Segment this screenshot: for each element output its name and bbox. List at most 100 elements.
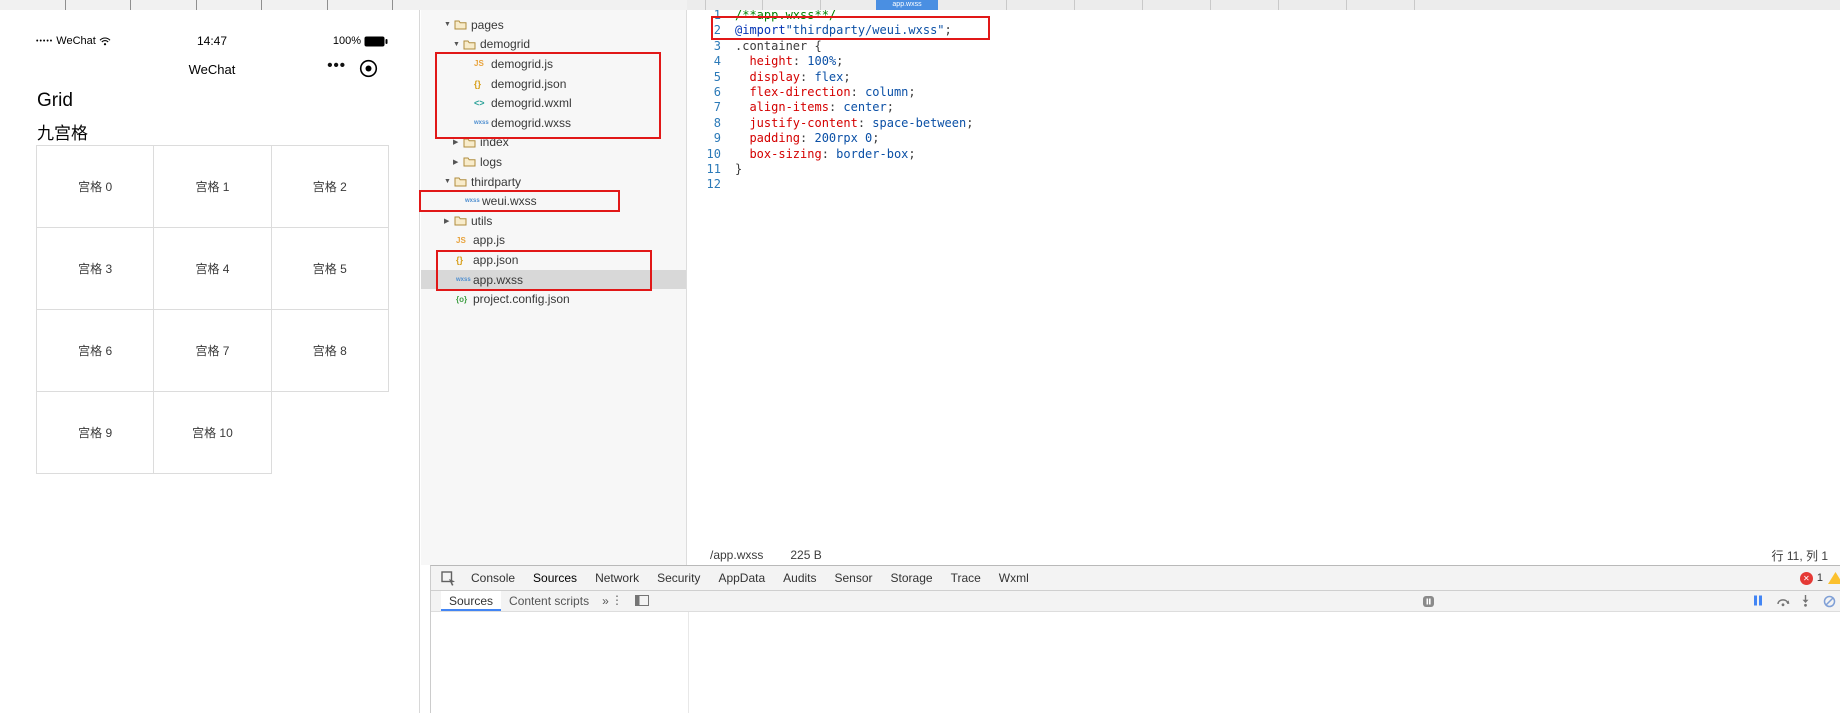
line-number[interactable]: 9	[687, 131, 721, 146]
code-line-12: 12	[687, 177, 973, 192]
sources-subtabs: Sources Content scripts	[441, 591, 597, 611]
code-area[interactable]: 1 /**app.wxss**/ 2 @import"thirdparty/weui.…	[687, 10, 974, 193]
more-menu-icon[interactable]: •••	[327, 57, 346, 74]
tree-item-demogrid-js[interactable]: JS demogrid.js	[421, 54, 686, 74]
editor-tab-divider	[1006, 0, 1007, 10]
editor-tab-app-wxss[interactable]: app.wxss	[876, 0, 938, 10]
chevron-down-icon[interactable]: ▼	[444, 178, 454, 185]
devtools-tab-sensor[interactable]: Sensor	[826, 566, 882, 590]
resume-pause-icon[interactable]	[1753, 595, 1763, 606]
folder-icon	[454, 215, 471, 226]
tree-item-demogrid-wxml[interactable]: <> demogrid.wxml	[421, 93, 686, 113]
line-number[interactable]: 2	[687, 23, 721, 38]
grid-cell-6[interactable]: 宫格 6	[37, 310, 155, 392]
wxss-file-icon: wxss	[465, 198, 480, 205]
tree-item-label: demogrid.wxss	[491, 115, 572, 130]
code-line-1: 1 /**app.wxss**/	[687, 10, 973, 23]
chevron-down-icon[interactable]: ▼	[453, 41, 463, 48]
line-number[interactable]: 5	[687, 70, 721, 85]
tree-item-label: logs	[480, 154, 503, 169]
tree-item-project-config-json[interactable]: {o} project.config.json	[421, 289, 686, 309]
cursor-position-label: 行 11, 列 1	[1771, 548, 1828, 563]
tree-item-demogrid-wxss[interactable]: wxss demogrid.wxss	[421, 113, 686, 133]
line-content: padding: 200rpx 0;	[749, 131, 880, 146]
tree-item-logs[interactable]: ▶ logs	[421, 152, 686, 172]
line-number[interactable]: 1	[687, 10, 721, 23]
toolbar-divider	[65, 0, 66, 10]
devtools-content	[431, 612, 1840, 713]
pause-on-exceptions-icon[interactable]	[1422, 595, 1435, 608]
devtools-subtab-sources[interactable]: Sources	[441, 591, 502, 611]
line-number[interactable]: 12	[687, 177, 721, 192]
tree-item-app-js[interactable]: JS app.js	[421, 231, 686, 251]
line-number[interactable]: 11	[687, 162, 721, 177]
toolbar-divider	[261, 0, 262, 10]
line-content: align-items: center;	[749, 100, 894, 115]
devtools-tab-storage[interactable]: Storage	[882, 566, 942, 590]
exit-capsule-icon[interactable]	[359, 59, 378, 78]
devtools-tab-sources[interactable]: Sources	[524, 566, 586, 590]
grid-cell-10[interactable]: 宫格 10	[154, 392, 272, 474]
line-number[interactable]: 3	[687, 39, 721, 54]
chevron-down-icon[interactable]: ▼	[444, 21, 454, 28]
step-over-icon[interactable]	[1776, 595, 1791, 607]
inspect-element-icon[interactable]	[441, 570, 456, 586]
tree-item-pages[interactable]: ▼ pages	[421, 15, 686, 35]
folder-icon	[463, 156, 480, 167]
toggle-navigator-icon[interactable]	[635, 595, 649, 606]
toolbar-divider	[327, 0, 328, 10]
devtools-tab-security[interactable]: Security	[648, 566, 709, 590]
devtools-tab-audits[interactable]: Audits	[774, 566, 825, 590]
code-editor[interactable]: 1 /**app.wxss**/ 2 @import"thirdparty/weui.…	[687, 10, 1840, 545]
grid-cell-3[interactable]: 宫格 3	[37, 228, 155, 310]
step-into-icon[interactable]	[1800, 595, 1811, 607]
grid-cell-7[interactable]: 宫格 7	[154, 310, 272, 392]
line-number[interactable]: 4	[687, 54, 721, 69]
devtools-subtab-content-scripts[interactable]: Content scripts	[501, 591, 597, 611]
line-number[interactable]: 8	[687, 116, 721, 131]
error-count: 1	[1816, 572, 1823, 584]
json-file-icon: {}	[474, 78, 482, 89]
chevron-right-icon[interactable]: ▶	[444, 217, 454, 225]
devtools-tab-network[interactable]: Network	[586, 566, 648, 590]
devtools-tab-appdata[interactable]: AppData	[709, 566, 774, 590]
tree-item-index[interactable]: ▶ index	[421, 133, 686, 153]
grid-cell-2[interactable]: 宫格 2	[271, 146, 389, 228]
tree-item-demogrid-json[interactable]: {} demogrid.json	[421, 74, 686, 94]
line-number[interactable]: 6	[687, 85, 721, 100]
tree-item-app-wxss[interactable]: wxss app.wxss	[421, 269, 686, 290]
line-number[interactable]: 7	[687, 100, 721, 115]
panel-menu-icon[interactable]: ⋮	[611, 593, 623, 607]
tree-item-label: demogrid.wxml	[491, 96, 572, 111]
js-file-icon: JS	[474, 59, 484, 69]
devtools-tab-trace[interactable]: Trace	[942, 566, 990, 590]
code-line-5: 5 display: flex;	[687, 70, 973, 85]
chevron-right-icon[interactable]: ▶	[453, 138, 463, 146]
tree-item-label: app.json	[473, 252, 519, 267]
devtools-tab-wxml[interactable]: Wxml	[990, 566, 1038, 590]
deactivate-breakpoints-icon[interactable]	[1823, 595, 1836, 608]
tree-item-thirdparty[interactable]: ▼ thirdparty	[421, 172, 686, 192]
tree-item-label: app.wxss	[473, 272, 524, 287]
status-right: 100%	[333, 33, 388, 49]
grid-cell-8[interactable]: 宫格 8	[271, 310, 389, 392]
tree-item-weui-wxss[interactable]: wxss weui.wxss	[421, 191, 686, 211]
grid-cell-9[interactable]: 宫格 9	[37, 392, 155, 474]
grid-cell-1[interactable]: 宫格 1	[154, 146, 272, 228]
grid-cell-4[interactable]: 宫格 4	[154, 228, 272, 310]
devtools-tab-console[interactable]: Console	[462, 566, 524, 590]
editor-tabstrip: app.wxss	[687, 0, 1840, 10]
warning-icon[interactable]	[1827, 571, 1840, 585]
tree-item-app-json[interactable]: {} app.json	[421, 250, 686, 270]
line-number[interactable]: 10	[687, 147, 721, 162]
grid-cell-0[interactable]: 宫格 0	[37, 146, 155, 228]
grid-cell-5[interactable]: 宫格 5	[271, 228, 389, 310]
tree-item-demogrid[interactable]: ▼ demogrid	[421, 35, 686, 55]
phone-status-bar: ••••• WeChat 14:47 100%	[36, 33, 388, 49]
line-content: display: flex;	[749, 69, 851, 84]
tree-item-utils[interactable]: ▶ utils	[421, 211, 686, 231]
editor-tab-divider	[1142, 0, 1143, 10]
chevron-right-icon[interactable]: ▶	[453, 158, 463, 166]
code-line-3: 3 .container {	[687, 39, 973, 54]
error-badge-icon[interactable]: ✕	[1799, 571, 1813, 585]
